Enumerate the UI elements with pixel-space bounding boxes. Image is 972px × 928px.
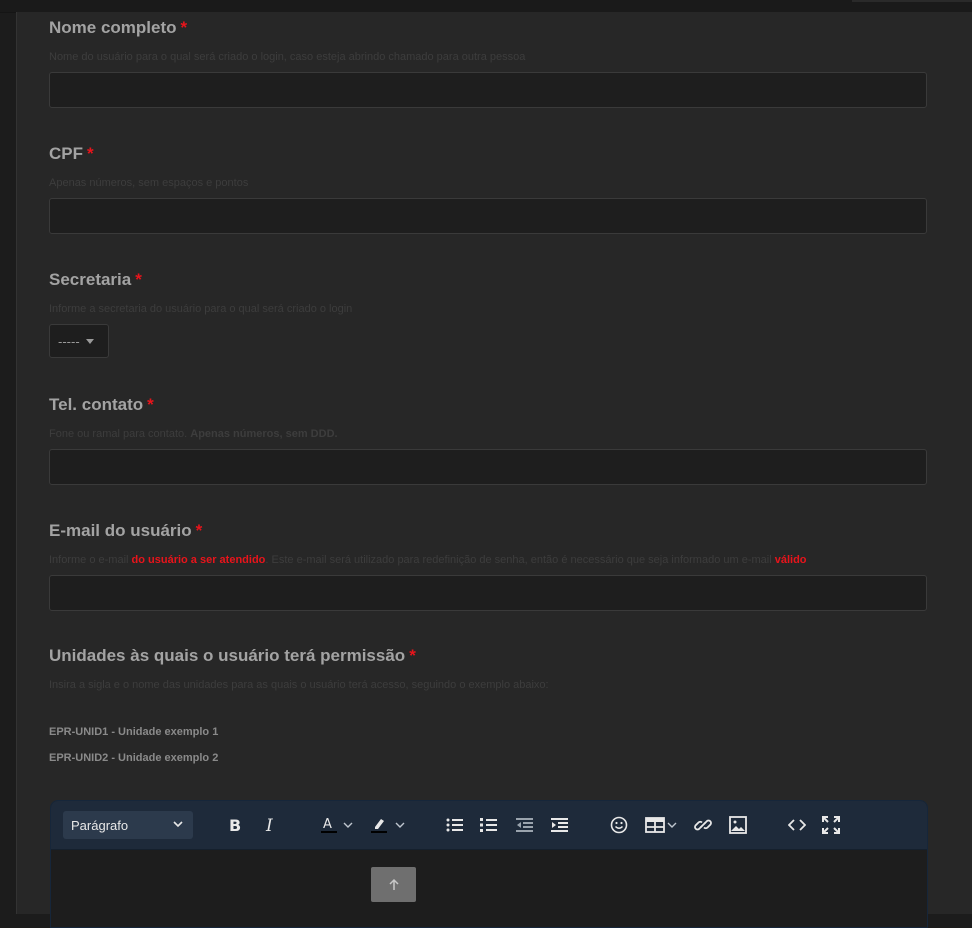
rich-text-editor: Parágrafo B I A <box>50 800 928 928</box>
table-icon[interactable] <box>643 813 667 837</box>
field-secretaria: Secretaria * Informe a secretaria do usuá… <box>49 270 927 358</box>
required-marker: * <box>409 646 416 665</box>
required-marker: * <box>87 144 94 163</box>
email-input[interactable] <box>49 575 927 611</box>
bold-icon[interactable]: B <box>223 813 247 837</box>
editor-toolbar: Parágrafo B I A <box>51 801 927 850</box>
scroll-to-top-button[interactable] <box>371 867 416 902</box>
field-unidades: Unidades às quais o usuário terá permiss… <box>49 646 927 692</box>
field-label: Secretaria * <box>49 270 142 289</box>
indent-icon[interactable] <box>548 813 572 837</box>
field-label: Nome completo * <box>49 18 188 37</box>
code-icon[interactable] <box>785 813 809 837</box>
field-cpf: CPF * Apenas números, sem espaços e ponto… <box>49 144 927 234</box>
field-label: CPF * <box>49 144 94 163</box>
required-marker: * <box>135 270 142 289</box>
example-line: EPR-UNID1 - Unidade exemplo 1 <box>49 726 219 738</box>
cpf-input[interactable] <box>49 198 927 234</box>
numbered-list-icon[interactable] <box>477 813 501 837</box>
image-icon[interactable] <box>726 813 750 837</box>
required-marker: * <box>180 18 188 37</box>
link-icon[interactable] <box>691 813 715 837</box>
field-help: Informe o e-mail do usuário a ser atendi… <box>49 554 807 566</box>
fullscreen-icon[interactable] <box>819 813 843 837</box>
field-email: E-mail do usuário * Informe o e-mail do u… <box>49 521 927 611</box>
field-help: Apenas números, sem espaços e pontos <box>49 177 249 189</box>
text-color-icon[interactable]: A <box>317 813 341 837</box>
field-label: Unidades às quais o usuário terá permiss… <box>49 646 416 665</box>
svg-text:A: A <box>323 817 332 832</box>
top-tab <box>852 0 972 2</box>
chevron-down-icon <box>173 821 183 828</box>
chevron-down-icon[interactable] <box>393 813 407 837</box>
caret-down-icon <box>85 338 94 344</box>
nome-completo-input[interactable] <box>49 72 927 108</box>
field-help: Nome do usuário para o qual será criado … <box>49 51 526 63</box>
bullet-list-icon[interactable] <box>443 813 467 837</box>
emoji-icon[interactable] <box>607 813 631 837</box>
field-tel-contato: Tel. contato * Fone ou ramal para contato… <box>49 395 927 485</box>
tel-contato-input[interactable] <box>49 449 927 485</box>
chevron-down-icon[interactable] <box>665 813 679 837</box>
svg-text:B: B <box>229 817 241 833</box>
field-help: Informe a secretaria do usuário para o q… <box>49 303 353 315</box>
field-label: Tel. contato * <box>49 395 154 414</box>
outdent-icon[interactable] <box>513 813 537 837</box>
form-panel: Nome completo * Nome do usuário para o qu… <box>16 12 972 928</box>
block-format-select[interactable]: Parágrafo <box>63 811 193 839</box>
italic-icon[interactable]: I <box>258 813 282 837</box>
example-line: EPR-UNID2 - Unidade exemplo 2 <box>49 752 219 764</box>
highlight-icon[interactable] <box>367 813 391 837</box>
svg-text:I: I <box>265 817 273 833</box>
block-format-value: Parágrafo <box>71 817 129 833</box>
required-marker: * <box>147 395 154 414</box>
field-nome-completo: Nome completo * Nome do usuário para o qu… <box>49 18 927 108</box>
secretaria-select[interactable]: ----- <box>49 324 109 358</box>
required-marker: * <box>195 521 203 540</box>
field-label: E-mail do usuário * <box>49 521 203 540</box>
field-help: Insira a sigla e o nome das unidades par… <box>49 679 549 691</box>
chevron-down-icon[interactable] <box>341 813 355 837</box>
select-value: ----- <box>58 333 80 349</box>
arrow-up-icon <box>388 878 399 890</box>
field-help: Fone ou ramal para contato. Apenas númer… <box>49 428 338 440</box>
